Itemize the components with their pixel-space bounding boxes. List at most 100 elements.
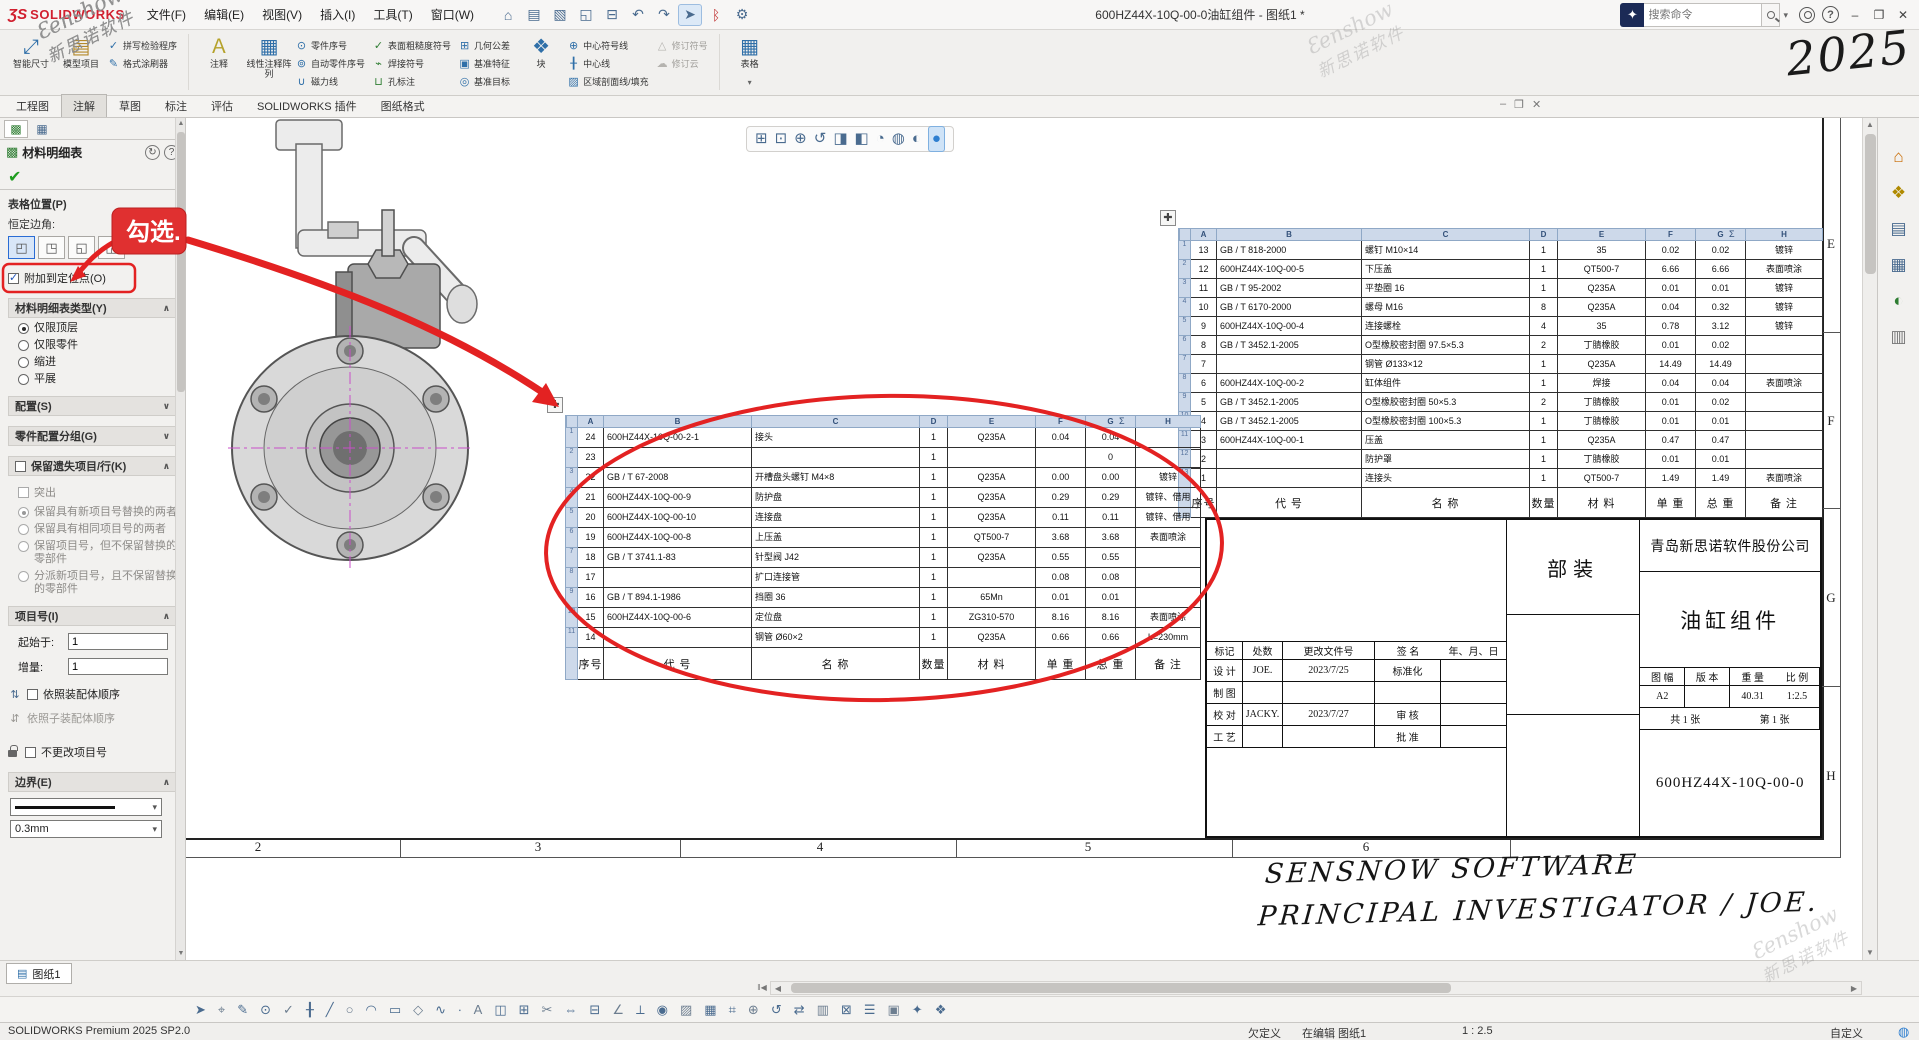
bom-cell[interactable]: 600HZ44X-10Q-00-1 — [1217, 431, 1362, 450]
bom-cell[interactable] — [948, 568, 1036, 588]
bom-cell[interactable] — [1136, 568, 1201, 588]
bom-cell[interactable]: 0 — [1086, 448, 1136, 468]
column-letter-cell[interactable]: B — [604, 415, 752, 428]
design-library-icon[interactable]: ❖ — [1886, 180, 1912, 206]
bom-cell[interactable]: 接头 — [752, 428, 920, 448]
bom-cell[interactable]: GB / T 818-2000 — [1217, 241, 1362, 260]
rotate-tool-icon[interactable]: ↺ — [771, 998, 782, 1022]
border-section-header[interactable]: 边界(E) — [8, 772, 177, 792]
scroll-right-icon[interactable]: ▶ — [1847, 984, 1861, 993]
bom-cell[interactable]: 2 — [1530, 393, 1558, 412]
bom-cell[interactable]: 0.02 — [1696, 241, 1746, 260]
bom-cell[interactable]: 10 — [1191, 298, 1217, 317]
scroll-up-icon[interactable]: ▲ — [1863, 118, 1877, 132]
radio-option[interactable]: 仅限零件 — [8, 335, 177, 352]
centerline-tool-icon[interactable]: ╂ — [306, 998, 314, 1022]
bom-table-lower[interactable]: Σ ABCDEFGH 1 24 600HZ44X-10Q-00-2-1 接头 1… — [565, 415, 1200, 680]
style-tool-icon[interactable]: ✦ — [912, 998, 923, 1022]
model-view-3d[interactable] — [200, 118, 500, 588]
row-number-cell[interactable]: 2 — [1179, 260, 1191, 279]
bom-cell[interactable]: 0.01 — [1646, 412, 1696, 431]
bom-cell[interactable]: 0.04 — [1646, 374, 1696, 393]
bom-cell[interactable]: 1 — [920, 448, 948, 468]
bom-cell[interactable]: 镀锌 — [1136, 468, 1201, 488]
datum-feature-icon[interactable]: ▣基准特征 — [457, 54, 516, 72]
bom-cell[interactable]: 14.49 — [1696, 355, 1746, 374]
bom-cell[interactable]: 6 — [1191, 374, 1217, 393]
bom-cell[interactable]: 0.01 — [1696, 450, 1746, 469]
row-number-cell[interactable]: 9 — [566, 588, 578, 608]
scroll-down-icon[interactable]: ▼ — [1863, 946, 1877, 960]
bom-cell[interactable]: 钢管 Ø60×2 — [752, 628, 920, 648]
bom-cell[interactable]: QT500-7 — [948, 528, 1036, 548]
row-number-cell[interactable]: 8 — [566, 568, 578, 588]
bom-cell[interactable]: Q235A — [948, 628, 1036, 648]
bom-cell[interactable]: 6.66 — [1646, 260, 1696, 279]
anchor-top-left-icon[interactable]: ◰ — [8, 236, 35, 259]
erase-tool-icon[interactable]: ⊠ — [841, 998, 852, 1022]
bom-header-cell[interactable]: 材 料 — [948, 648, 1036, 680]
bom-cell[interactable] — [1136, 548, 1201, 568]
column-letter-cell[interactable]: F — [1646, 228, 1696, 241]
search-badge-icon[interactable]: ✦ — [1620, 3, 1644, 27]
bom-cell[interactable]: 0.04 — [1086, 428, 1136, 448]
bom-cell[interactable]: 1 — [1530, 279, 1558, 298]
bom-cell[interactable]: 0.01 — [1696, 412, 1746, 431]
dimension-tool-icon[interactable]: ⌖ — [218, 998, 225, 1022]
configurations-section-header[interactable]: 配置(S) — [8, 396, 177, 416]
bom-cell[interactable]: 0.66 — [1086, 628, 1136, 648]
bom-cell[interactable]: 镀锌、借用 — [1136, 508, 1201, 528]
bom-cell[interactable]: O型橡胶密封圈 50×5.3 — [1362, 393, 1530, 412]
table-row[interactable]: 10 4 GB / T 3452.1-2005 O型橡胶密封圈 100×5.3 … — [1179, 412, 1822, 431]
arc-tool-icon[interactable]: ◠ — [365, 998, 376, 1022]
copy-tool-icon[interactable]: ▥ — [817, 998, 829, 1022]
area-hatch-icon[interactable]: ▨区域剖面线/填充 — [566, 72, 655, 90]
bom-cell[interactable]: 6.66 — [1696, 260, 1746, 279]
command-tab[interactable]: 注解 — [61, 94, 107, 117]
bom-cell[interactable]: 扩口连接管 — [752, 568, 920, 588]
bom-cell[interactable]: 19 — [578, 528, 604, 548]
bom-cell[interactable]: 1 — [920, 428, 948, 448]
drawing-viewport[interactable]: EFGH 23456 — [186, 118, 1862, 960]
table-row[interactable]: 10 15 600HZ44X-10Q-00-6 定位盘 1 ZG310-570 … — [566, 608, 1200, 628]
view-orientation-icon[interactable]: ◧ — [855, 127, 869, 151]
bom-cell[interactable]: QT500-7 — [1558, 469, 1646, 488]
anchor-bottom-right-icon[interactable]: ◲ — [98, 236, 125, 259]
command-tab[interactable]: 工程图 — [4, 94, 61, 117]
auto-balloon-icon[interactable]: ⊚自动零件序号 — [294, 54, 371, 72]
bom-cell[interactable]: 1 — [1530, 469, 1558, 488]
bom-cell[interactable]: ZG310-570 — [948, 608, 1036, 628]
table-row[interactable]: 1 13 GB / T 818-2000 螺钉 M10×14 1 35 0.02… — [1179, 241, 1822, 260]
pane-splitter-icon[interactable]: ‖◀ — [756, 981, 768, 995]
weld-symbol-icon[interactable]: ⌁焊接符号 — [371, 54, 457, 72]
table-row[interactable]: 12 2 防护罩 1 丁腈橡胶 0.01 0.01 — [1179, 450, 1822, 469]
bom-cell[interactable] — [1136, 588, 1201, 608]
bom-cell[interactable] — [1746, 336, 1823, 355]
bom-cell[interactable]: 表面喷涂 — [1136, 528, 1201, 548]
polygon-tool-icon[interactable]: ◇ — [413, 998, 423, 1022]
chamfer-tool-icon[interactable]: ∠ — [612, 998, 624, 1022]
bom-cell[interactable]: 1 — [1530, 450, 1558, 469]
bom-cell[interactable]: 11 — [1191, 279, 1217, 298]
bom-cell[interactable] — [1746, 431, 1823, 450]
menu-item[interactable]: 视图(V) — [254, 2, 310, 27]
bom-cell[interactable]: 表面喷涂 — [1136, 608, 1201, 628]
bom-cell[interactable]: 0.66 — [1036, 628, 1086, 648]
strikeout-checkbox[interactable] — [18, 487, 29, 498]
bom-cell[interactable]: 1.49 — [1696, 469, 1746, 488]
line-tool-icon[interactable]: ╱ — [326, 998, 334, 1022]
border-thickness-combo[interactable]: 0.3mm — [10, 820, 162, 838]
row-number-cell[interactable]: 5 — [566, 508, 578, 528]
bom-cell[interactable]: 65Mn — [948, 588, 1036, 608]
bom-cell[interactable]: Q235A — [948, 428, 1036, 448]
command-tab[interactable]: 标注 — [153, 94, 199, 117]
command-tab[interactable]: 图纸格式 — [369, 94, 437, 117]
bom-header-cell[interactable]: 总 重 — [1086, 648, 1136, 680]
bom-cell[interactable]: 螺钉 M10×14 — [1362, 241, 1530, 260]
bom-cell[interactable]: 23 — [578, 448, 604, 468]
bom-cell[interactable]: 1 — [1530, 241, 1558, 260]
column-letter-cell[interactable]: B — [1217, 228, 1362, 241]
anchor-bottom-left-icon[interactable]: ◱ — [68, 236, 95, 259]
bom-cell[interactable]: 14 — [578, 628, 604, 648]
no-change-checkbox[interactable] — [25, 747, 36, 758]
